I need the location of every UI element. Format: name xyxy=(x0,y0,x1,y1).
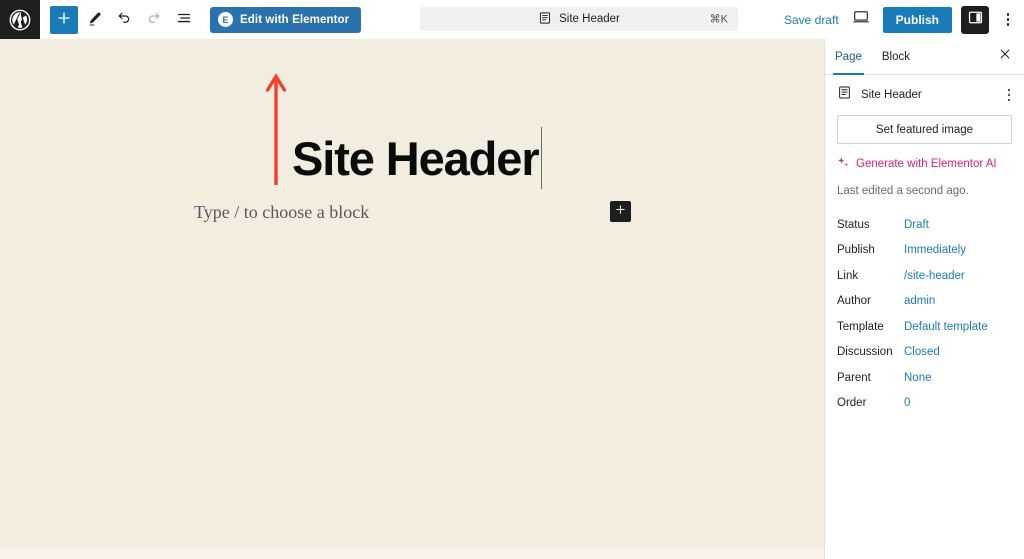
text-caret xyxy=(540,127,543,189)
command-bar-title: Site Header xyxy=(559,13,620,25)
generate-with-elementor-ai-button[interactable]: Generate with Elementor AI xyxy=(837,156,1012,172)
elementor-badge-icon: E xyxy=(218,12,233,27)
meta-value-link[interactable]: /site-header xyxy=(904,270,965,282)
meta-row-author: Author admin xyxy=(837,289,1012,315)
empty-block-placeholder[interactable]: Type / to choose a block xyxy=(194,202,369,223)
meta-value-template[interactable]: Default template xyxy=(904,321,988,333)
sparkle-icon xyxy=(837,156,850,172)
meta-key: Link xyxy=(837,269,859,282)
meta-value-order[interactable]: 0 xyxy=(904,397,910,409)
meta-row-discussion: Discussion Closed xyxy=(837,340,1012,366)
settings-panel-toggle[interactable] xyxy=(961,5,989,34)
tab-page-label: Page xyxy=(835,50,862,63)
undo-button[interactable] xyxy=(110,6,138,34)
meta-row-order: Order 0 xyxy=(837,391,1012,417)
tab-block-label: Block xyxy=(881,50,910,63)
block-inserter-button[interactable] xyxy=(610,201,631,222)
redo-icon xyxy=(145,9,163,30)
vertical-ellipsis-icon xyxy=(1007,88,1010,102)
vertical-ellipsis-icon xyxy=(1006,13,1010,26)
post-title-block[interactable]: Site Header xyxy=(292,127,543,189)
settings-sidebar: Page Block Site Header Set featured imag… xyxy=(824,39,1024,559)
page-icon xyxy=(837,85,852,105)
undo-icon xyxy=(115,9,133,30)
meta-key: Order xyxy=(837,397,867,410)
meta-key: Discussion xyxy=(837,346,893,359)
meta-key: Publish xyxy=(837,244,875,257)
publish-button[interactable]: Publish xyxy=(882,6,952,33)
save-draft-button[interactable]: Save draft xyxy=(784,13,839,27)
canvas-bottom-strip xyxy=(0,548,824,559)
post-card-more-button[interactable] xyxy=(1004,87,1015,104)
preview-button[interactable] xyxy=(848,7,874,33)
sidebar-tabs: Page Block xyxy=(825,39,1024,75)
close-sidebar-button[interactable] xyxy=(992,44,1018,70)
meta-value-author[interactable]: admin xyxy=(904,295,935,307)
pencil-icon xyxy=(86,10,103,30)
meta-value-publish[interactable]: Immediately xyxy=(904,244,966,256)
tools-pencil-button[interactable] xyxy=(80,6,108,34)
meta-row-template: Template Default template xyxy=(837,314,1012,340)
annotation-arrow-up-icon xyxy=(265,73,287,185)
last-edited-text: Last edited a second ago. xyxy=(837,185,969,197)
meta-row-parent: Parent None xyxy=(837,365,1012,391)
header-tool-group xyxy=(40,5,198,34)
redo-button[interactable] xyxy=(140,6,168,34)
page-icon xyxy=(538,11,552,28)
meta-row-status: Status Draft xyxy=(837,212,1012,238)
meta-row-link: Link /site-header xyxy=(837,263,1012,289)
post-card-title: Site Header xyxy=(861,89,922,101)
command-bar[interactable]: Site Header ⌘K xyxy=(420,7,738,31)
block-inserter-toggle[interactable] xyxy=(50,5,78,34)
plus-icon xyxy=(614,203,627,221)
edit-with-elementor-button[interactable]: E Edit with Elementor xyxy=(210,6,362,33)
meta-value-parent[interactable]: None xyxy=(904,372,932,384)
editor-body: Site Header Type / to choose a block Pag… xyxy=(0,39,1024,559)
meta-value-discussion[interactable]: Closed xyxy=(904,346,940,358)
meta-key: Template xyxy=(837,320,884,333)
generate-ai-label: Generate with Elementor AI xyxy=(856,158,997,170)
desktop-preview-icon xyxy=(852,8,870,31)
post-summary-card: Site Header xyxy=(825,75,1024,115)
post-title-text: Site Header xyxy=(292,132,540,185)
header-actions: Save draft Publish xyxy=(784,5,1024,34)
sidebar-main-section: Set featured image Generate with Element… xyxy=(825,115,1024,416)
wordpress-logo-button[interactable] xyxy=(0,0,40,39)
list-view-icon xyxy=(175,9,193,30)
meta-row-publish: Publish Immediately xyxy=(837,238,1012,264)
close-icon xyxy=(998,47,1012,66)
set-featured-image-button[interactable]: Set featured image xyxy=(837,115,1012,144)
editor-header: E Edit with Elementor Site Header ⌘K Sav… xyxy=(0,0,1024,39)
editor-canvas[interactable]: Site Header Type / to choose a block xyxy=(0,39,824,559)
post-meta-list: Status Draft Publish Immediately Link /s… xyxy=(837,212,1012,416)
wordpress-logo-icon xyxy=(9,9,31,31)
list-view-button[interactable] xyxy=(170,6,198,34)
sidebar-panel-icon xyxy=(967,9,984,31)
tab-block[interactable]: Block xyxy=(872,39,920,75)
command-bar-shortcut: ⌘K xyxy=(709,13,728,26)
meta-key: Author xyxy=(837,295,871,308)
header-more-menu-button[interactable] xyxy=(998,7,1018,33)
tab-page[interactable]: Page xyxy=(825,39,872,75)
editor-app: E Edit with Elementor Site Header ⌘K Sav… xyxy=(0,0,1024,559)
publish-label: Publish xyxy=(895,12,939,27)
edit-with-elementor-label: Edit with Elementor xyxy=(240,13,350,26)
plus-icon xyxy=(56,10,72,29)
meta-key: Status xyxy=(837,218,870,231)
meta-value-status[interactable]: Draft xyxy=(904,219,929,231)
meta-key: Parent xyxy=(837,371,871,384)
